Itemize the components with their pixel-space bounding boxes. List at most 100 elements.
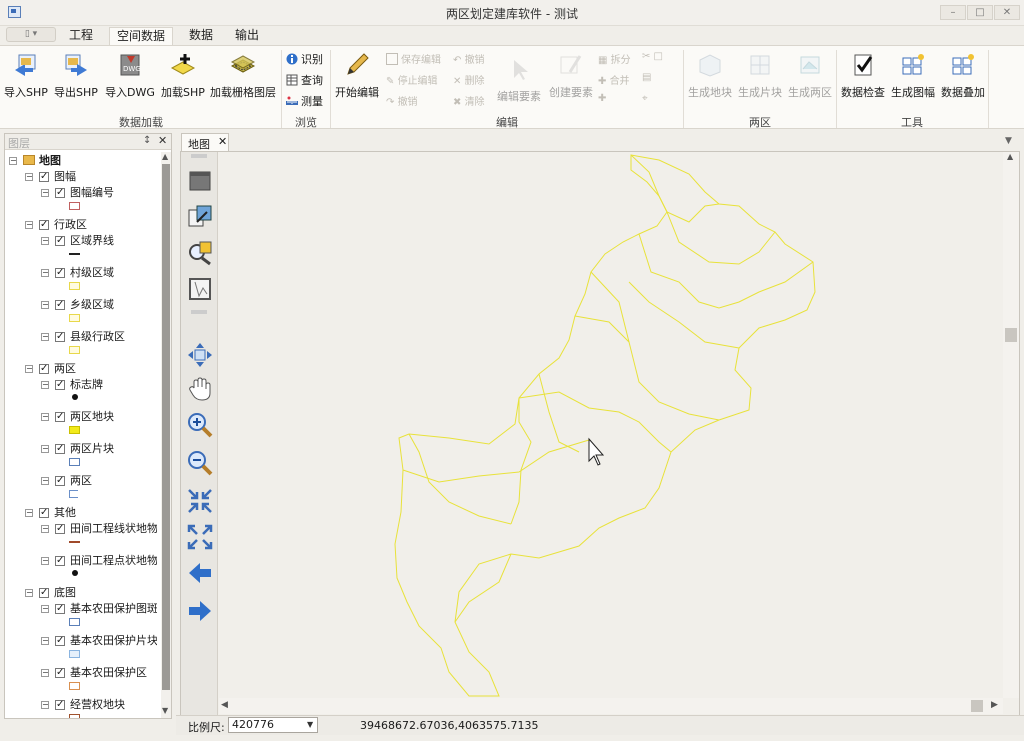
tree-layer[interactable]: − 乡级区域 [5, 298, 157, 312]
zoom-out-icon[interactable] [187, 450, 213, 476]
tab-output[interactable]: 输出 [226, 27, 268, 45]
import-dwg-button[interactable]: DWG 导入DWG [104, 52, 156, 100]
tree-layer[interactable]: − 基本农田保护区 [5, 666, 157, 680]
layer-visibility-checkbox[interactable] [39, 586, 49, 600]
layer-visibility-checkbox[interactable] [55, 602, 65, 616]
layer-visibility-checkbox[interactable] [39, 218, 49, 232]
layer-visibility-checkbox[interactable] [55, 410, 65, 424]
import-shp-button[interactable]: 导入SHP [4, 52, 48, 100]
scale-select[interactable]: 420776 ▼ [228, 717, 318, 733]
tree-group[interactable]: − 行政区 [5, 218, 157, 232]
map-canvas[interactable] [219, 152, 1019, 698]
layer-visibility-checkbox[interactable] [55, 634, 65, 648]
collapse-icon[interactable]: − [41, 701, 49, 709]
back-arrow-icon[interactable] [187, 560, 213, 586]
scrollbar-thumb[interactable] [162, 164, 170, 690]
zoom-to-layer-icon[interactable] [187, 240, 213, 266]
close-tab-icon[interactable]: ✕ [218, 135, 227, 148]
pan-arrows-icon[interactable] [187, 342, 213, 368]
layer-visibility-checkbox[interactable] [39, 170, 49, 184]
collapse-icon[interactable]: − [41, 557, 49, 565]
scale-dropdown-icon[interactable]: ▼ [307, 718, 313, 732]
minimize-button[interactable]: – [940, 5, 966, 20]
scroll-up-icon[interactable]: ▲ [162, 152, 168, 161]
map-scroll-left-icon[interactable]: ◀ [221, 700, 228, 710]
tree-layer[interactable]: − 标志牌 [5, 378, 157, 392]
maximize-button[interactable]: □ [967, 5, 993, 20]
create-feature-button[interactable]: 创建要素 [546, 52, 596, 100]
tree-group[interactable]: − 图幅 [5, 170, 157, 184]
collapse-icon[interactable]: − [25, 509, 33, 517]
full-extent-icon[interactable] [187, 168, 213, 194]
data-overlay-button[interactable]: 数据叠加 [939, 52, 987, 100]
tree-layer[interactable]: − 基本农田保护片块 [5, 634, 157, 648]
collapse-icon[interactable]: − [41, 413, 49, 421]
layer-visibility-checkbox[interactable] [55, 666, 65, 680]
generate-zones-button[interactable]: 生成两区 [786, 52, 834, 100]
collapse-icon[interactable]: − [41, 637, 49, 645]
stop-edit-button[interactable]: ✎ 停止编辑 [386, 72, 438, 87]
layer-visibility-checkbox[interactable] [55, 698, 65, 712]
query-button[interactable]: 查询 [286, 72, 323, 88]
layer-visibility-checkbox[interactable] [55, 554, 65, 568]
layer-visibility-checkbox[interactable] [55, 330, 65, 344]
map-horizontal-scrollbar[interactable]: ◀ ▶ [219, 698, 1003, 714]
clear-button[interactable]: ✖ 清除 [453, 93, 485, 108]
tree-layer[interactable]: − 图幅编号 [5, 186, 157, 200]
hand-pan-icon[interactable] [187, 376, 213, 402]
map-layers-icon[interactable] [187, 204, 213, 230]
fixed-zoom-out-icon[interactable] [187, 524, 213, 550]
scroll-down-icon[interactable]: ▼ [162, 706, 168, 715]
tree-group[interactable]: − 两区 [5, 362, 157, 376]
layer-visibility-checkbox[interactable] [55, 378, 65, 392]
delete-button[interactable]: ✕ 删除 [453, 72, 485, 87]
layer-visibility-checkbox[interactable] [55, 442, 65, 456]
layer-visibility-checkbox[interactable] [55, 266, 65, 280]
collapse-icon[interactable]: − [41, 445, 49, 453]
tree-layer[interactable]: − 县级行政区 [5, 330, 157, 344]
tree-layer[interactable]: − 田间工程线状地物 [5, 522, 157, 536]
layer-visibility-checkbox[interactable] [55, 522, 65, 536]
tree-layer[interactable]: − 田间工程点状地物 [5, 554, 157, 568]
undo-button[interactable]: ↶ 撤销 [453, 51, 485, 66]
collapse-icon[interactable]: − [41, 525, 49, 533]
collapse-icon[interactable]: − [41, 237, 49, 245]
forward-arrow-icon[interactable] [187, 598, 213, 624]
tree-root[interactable]: − 地图 [5, 154, 157, 168]
redo-button[interactable]: ↷ 撤销 [386, 93, 418, 108]
tree-layer[interactable]: − 经营权地块 [5, 698, 157, 712]
fixed-zoom-in-icon[interactable] [187, 488, 213, 514]
quick-access-toolbar[interactable]: ▯ ▾ [6, 27, 56, 42]
tab-data[interactable]: 数据 [180, 27, 222, 45]
layer-visibility-checkbox[interactable] [39, 506, 49, 520]
generate-block-button[interactable]: 生成片块 [736, 52, 784, 100]
move-tool-button[interactable]: ✚ [598, 93, 606, 104]
tree-layer[interactable]: − 基本农田保护图斑 [5, 602, 157, 616]
data-check-button[interactable]: 数据检查 [840, 52, 886, 100]
layer-visibility-checkbox[interactable] [55, 474, 65, 488]
zoom-in-icon[interactable] [187, 412, 213, 438]
measure-button[interactable]: 测量 [286, 93, 323, 109]
collapse-icon[interactable]: − [41, 189, 49, 197]
map-hscroll-thumb[interactable] [971, 700, 983, 712]
edit-tool-1[interactable]: ✂ □ [642, 51, 663, 62]
collapse-icon[interactable]: − [41, 669, 49, 677]
tree-group[interactable]: − 其他 [5, 506, 157, 520]
close-panel-icon[interactable]: ✕ [158, 134, 167, 147]
load-raster-button[interactable]: 加载栅格图层 [209, 52, 277, 100]
generate-sheet-button[interactable]: 生成图幅 [889, 52, 937, 100]
generate-parcel-button[interactable]: 生成地块 [686, 52, 734, 100]
collapse-icon[interactable]: − [25, 173, 33, 181]
tree-group[interactable]: − 底图 [5, 586, 157, 600]
tree-layer[interactable]: − 两区 [5, 474, 157, 488]
map-scroll-right-icon[interactable]: ▶ [991, 700, 998, 710]
pin-icon[interactable]: ↕ [143, 135, 151, 146]
tree-layer[interactable]: − 村级区域 [5, 266, 157, 280]
start-edit-button[interactable]: 开始编辑 [333, 52, 381, 100]
edit-tool-3[interactable]: ⌖ [642, 93, 648, 104]
tree-layer[interactable]: − 两区地块 [5, 410, 157, 424]
collapse-icon[interactable]: − [41, 301, 49, 309]
select-region-icon[interactable] [187, 276, 213, 302]
load-shp-button[interactable]: 加载SHP [160, 52, 206, 100]
close-button[interactable]: ✕ [994, 5, 1020, 20]
